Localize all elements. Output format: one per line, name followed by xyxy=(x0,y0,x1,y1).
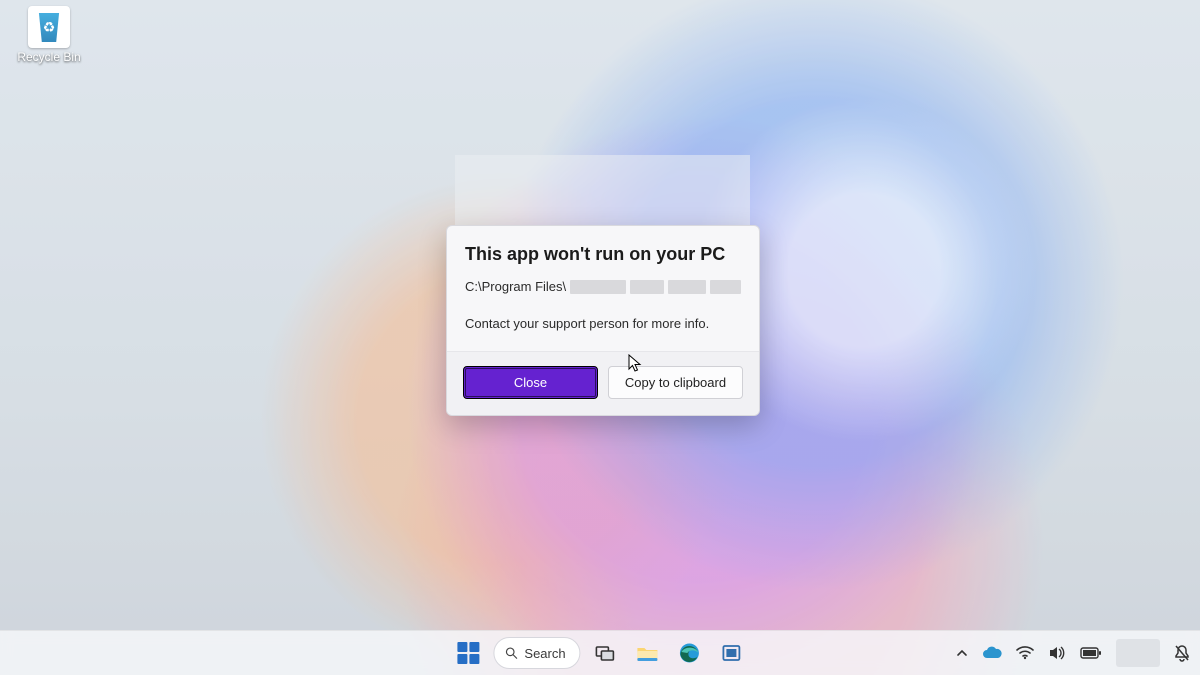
taskbar-search-label: Search xyxy=(524,646,565,661)
taskbar-task-view[interactable] xyxy=(589,636,623,670)
redacted-segment xyxy=(668,280,706,294)
volume-icon[interactable] xyxy=(1048,645,1066,661)
dialog-path-prefix: C:\Program Files\ xyxy=(465,279,566,294)
taskbar-file-explorer[interactable] xyxy=(631,636,665,670)
tray-overflow-icon[interactable] xyxy=(956,647,968,659)
taskbar-clock-placeholder[interactable] xyxy=(1116,639,1160,667)
recycle-bin-icon xyxy=(28,6,70,48)
dialog-path: C:\Program Files\ xyxy=(465,279,741,294)
taskbar: Search xyxy=(0,630,1200,675)
app-window-icon xyxy=(722,643,742,663)
redacted-segment xyxy=(570,280,626,294)
taskbar-edge[interactable] xyxy=(673,636,707,670)
close-button[interactable]: Close xyxy=(463,366,598,399)
task-view-icon xyxy=(596,644,616,662)
redacted-segment xyxy=(630,280,664,294)
copy-to-clipboard-button[interactable]: Copy to clipboard xyxy=(608,366,743,399)
desktop-wallpaper[interactable]: Recycle Bin This app won't run on your P… xyxy=(0,0,1200,675)
dialog-message: Contact your support person for more inf… xyxy=(465,316,741,331)
error-dialog: This app won't run on your PC C:\Program… xyxy=(446,225,760,416)
background-window-blur xyxy=(455,155,750,235)
desktop-icon-recycle-bin[interactable]: Recycle Bin xyxy=(14,6,84,64)
taskbar-pinned-app[interactable] xyxy=(715,636,749,670)
battery-icon[interactable] xyxy=(1080,647,1102,659)
dialog-title: This app won't run on your PC xyxy=(465,244,741,265)
recycle-bin-label: Recycle Bin xyxy=(14,50,84,64)
wifi-icon[interactable] xyxy=(1016,646,1034,660)
edge-icon xyxy=(679,642,701,664)
search-icon xyxy=(504,646,518,660)
notifications-icon[interactable] xyxy=(1174,644,1190,662)
file-explorer-icon xyxy=(636,643,660,663)
start-button[interactable] xyxy=(451,636,485,670)
redacted-segment xyxy=(710,280,741,294)
windows-logo-icon xyxy=(457,642,479,664)
taskbar-search[interactable]: Search xyxy=(493,637,580,669)
system-tray xyxy=(956,639,1190,667)
onedrive-icon[interactable] xyxy=(982,646,1002,660)
